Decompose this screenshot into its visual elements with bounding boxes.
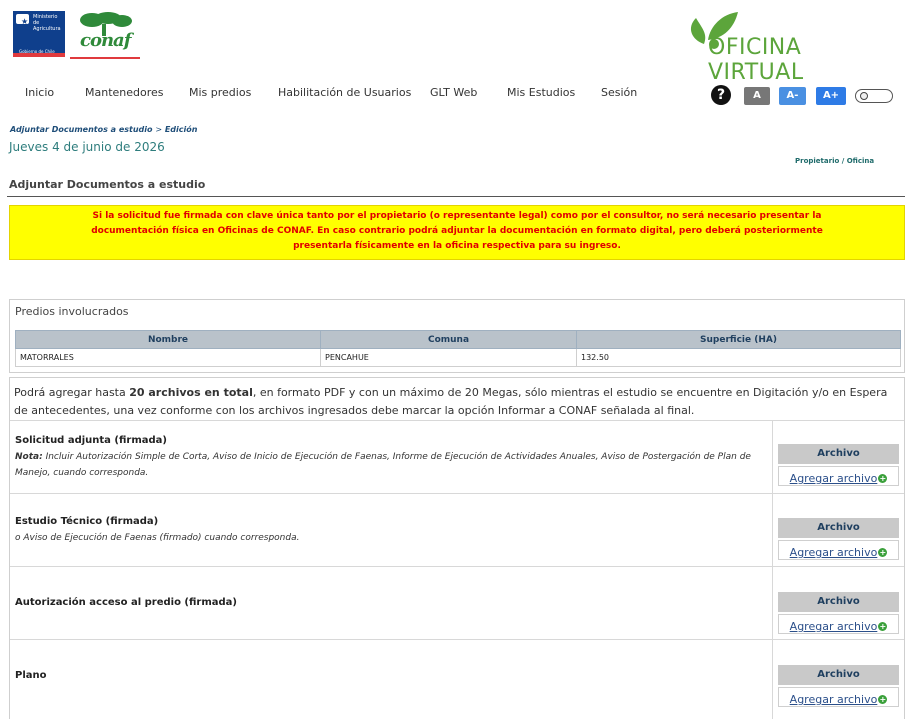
nav-item-mantenedores[interactable]: Mantenedores [85, 86, 164, 99]
brand-text: OFICINA VIRTUAL [708, 35, 804, 85]
font-increase-button[interactable]: A+ [816, 87, 846, 105]
gob-logo-bar [13, 53, 65, 57]
nav-item-glt-web[interactable]: GLT Web [430, 86, 477, 99]
breadcrumb-separator: > [155, 125, 163, 134]
nav-item-mis-predios[interactable]: Mis predios [189, 86, 251, 99]
file-row-plano: Plano Archivo Agregar archivo + [10, 639, 904, 719]
user-role: Propietario / Oficina [795, 157, 875, 165]
file-title: Autorización acceso al predio (firmada) [15, 597, 237, 608]
warning-notice: Si la solicitud fue firmada con clave ún… [9, 205, 905, 260]
archivo-cell: Agregar archivo + [778, 687, 899, 707]
gobierno-logo[interactable]: ★ Ministerio de Agricultura Gobierno de … [13, 11, 65, 57]
nav-item-habilitacion-usuarios[interactable]: Habilitación de Usuarios [278, 86, 411, 99]
conaf-logo[interactable]: conaf [70, 12, 140, 59]
file-row-info: Solicitud adjunta (firmada) Nota: Inclui… [10, 421, 773, 493]
oficina-virtual-logo[interactable]: OFICINA VIRTUAL [684, 10, 904, 85]
file-row-info: Estudio Técnico (firmada) o Aviso de Eje… [10, 494, 773, 566]
conaf-underline [70, 57, 140, 59]
files-intro: Podrá agregar hasta 20 archivos en total… [14, 386, 888, 417]
add-icon[interactable]: + [878, 695, 888, 704]
archivo-cell: Agregar archivo + [778, 614, 899, 634]
font-decrease-button[interactable]: A- [779, 87, 806, 105]
cell-superficie: 132.50 [576, 348, 901, 367]
add-icon[interactable]: + [878, 548, 888, 557]
breadcrumb: Adjuntar Documentos a estudio > Edición [10, 125, 197, 134]
add-icon[interactable]: + [878, 622, 888, 631]
add-icon[interactable]: + [878, 474, 888, 483]
page-title: Adjuntar Documentos a estudio [9, 178, 206, 191]
column-header-comuna: Comuna [320, 330, 577, 349]
nav-item-inicio[interactable]: Inicio [25, 86, 54, 99]
file-row-autorizacion: Autorización acceso al predio (firmada) … [10, 566, 904, 639]
notice-line-1: Si la solicitud fue firmada con clave ún… [92, 211, 822, 221]
predios-table: Nombre Comuna Superficie (HA) MATORRALES… [15, 330, 901, 367]
shield-icon: ★ [16, 14, 29, 26]
notice-line-3: presentarla físicamente en la oficina re… [293, 241, 621, 251]
cell-comuna: PENCAHUE [320, 348, 577, 367]
file-row-estudio-tecnico: Estudio Técnico (firmada) o Aviso de Eje… [10, 493, 904, 566]
file-title: Estudio Técnico (firmada) [15, 516, 159, 527]
files-panel: Podrá agregar hasta 20 archivos en total… [9, 377, 905, 719]
title-divider [7, 196, 905, 197]
nav-item-mis-estudios[interactable]: Mis Estudios [507, 86, 575, 99]
gob-logo-text: Ministerio de Agricultura [33, 14, 61, 32]
file-title: Plano [15, 670, 47, 681]
archivo-header: Archivo [778, 592, 899, 612]
archivo-cell: Agregar archivo + [778, 466, 899, 486]
archivo-header: Archivo [778, 518, 899, 538]
predios-panel: Predios involucrados Nombre Comuna Super… [9, 299, 905, 373]
main-nav: Inicio Mantenedores Mis predios Habilita… [0, 80, 906, 104]
font-normal-button[interactable]: A [744, 87, 770, 105]
file-row-solicitud: Solicitud adjunta (firmada) Nota: Inclui… [10, 420, 904, 493]
help-icon[interactable]: ? [711, 85, 731, 105]
column-header-superficie: Superficie (HA) [576, 330, 901, 349]
file-note: o Aviso de Ejecución de Faenas (firmado)… [15, 533, 300, 543]
add-file-link[interactable]: Agregar archivo [790, 693, 878, 706]
add-file-link[interactable]: Agregar archivo [790, 472, 878, 485]
archivo-cell: Agregar archivo + [778, 540, 899, 560]
toggle-knob [860, 92, 868, 100]
contrast-toggle[interactable] [855, 89, 893, 103]
file-row-info: Autorización acceso al predio (firmada) [10, 567, 773, 639]
file-title: Solicitud adjunta (firmada) [15, 435, 167, 446]
archivo-header: Archivo [778, 444, 899, 464]
breadcrumb-current: Edición [164, 125, 198, 134]
breadcrumb-link-adjuntar[interactable]: Adjuntar Documentos a estudio [10, 125, 153, 134]
column-header-nombre: Nombre [15, 330, 321, 349]
file-row-info: Plano [10, 640, 773, 719]
notice-line-2: documentación física en Oficinas de CONA… [91, 226, 823, 236]
add-file-link[interactable]: Agregar archivo [790, 546, 878, 559]
header: ★ Ministerio de Agricultura Gobierno de … [0, 0, 906, 85]
cell-nombre: MATORRALES [15, 348, 321, 367]
file-note: Nota: Incluir Autorización Simple de Cor… [15, 452, 751, 478]
nav-item-sesion[interactable]: Sesión [601, 86, 637, 99]
archivo-header: Archivo [778, 665, 899, 685]
table-row: MATORRALES PENCAHUE 132.50 [15, 348, 901, 367]
predios-title: Predios involucrados [15, 305, 129, 318]
conaf-logo-text: conaf [80, 30, 131, 51]
add-file-link[interactable]: Agregar archivo [790, 620, 878, 633]
current-date: Jueves 4 de junio de 2026 [9, 140, 165, 154]
